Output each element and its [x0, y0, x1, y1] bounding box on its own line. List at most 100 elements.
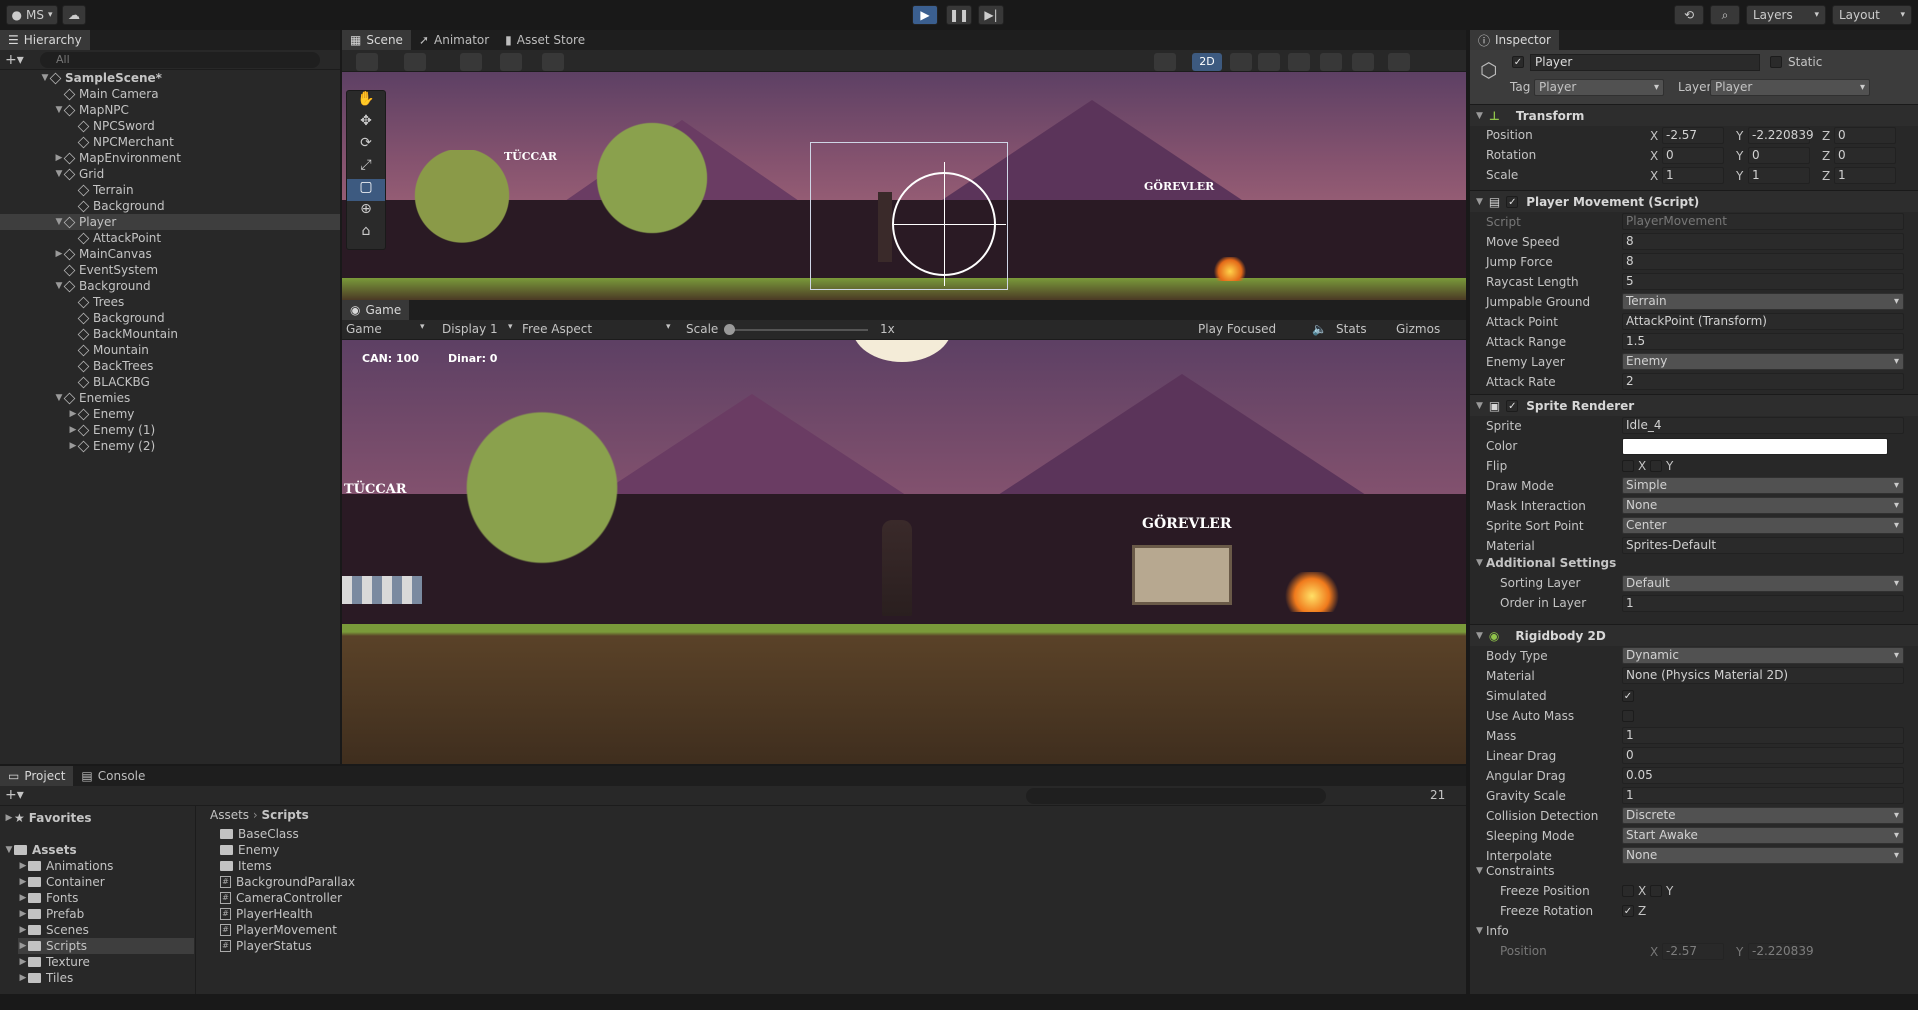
hierarchy-search-input[interactable]: All — [40, 52, 320, 68]
component-enabled-checkbox[interactable]: ✓ — [1506, 399, 1519, 412]
scene-viewport[interactable]: TÜCCAR GÖREVLER — [342, 72, 1466, 300]
asset-item[interactable]: Enemy — [220, 842, 279, 858]
field-value[interactable]: None — [1622, 847, 1904, 864]
light-icon[interactable] — [1230, 53, 1252, 71]
sorting-layer-dropdown[interactable]: Default — [1622, 575, 1904, 592]
rotate-tool-icon[interactable]: ⟳ — [347, 135, 385, 157]
hierarchy-row[interactable]: ▼ Enemies — [0, 390, 340, 406]
display-dropdown[interactable]: Display 1 — [442, 322, 498, 336]
rect-tool-icon[interactable]: ▢ — [347, 179, 385, 201]
snap-increment-button[interactable] — [500, 53, 522, 71]
play-focused-dropdown[interactable]: Play Focused — [1198, 322, 1276, 336]
static-checkbox[interactable] — [1770, 56, 1782, 68]
hierarchy-row[interactable]: NPCSword — [0, 118, 340, 134]
freeze-position-x[interactable] — [1622, 885, 1634, 897]
project-tree-item[interactable]: ▶ Texture — [18, 954, 194, 970]
tab-hierarchy[interactable]: ☰ Hierarchy — [0, 30, 90, 50]
hierarchy-row[interactable]: ▶ Enemy (1) — [0, 422, 340, 438]
visibility-icon[interactable] — [1320, 53, 1342, 71]
camera-icon[interactable] — [1352, 53, 1374, 71]
mode-2d-toggle[interactable]: 2D — [1192, 53, 1222, 71]
field-value[interactable]: 1 — [1622, 727, 1904, 744]
asset-item[interactable]: # PlayerStatus — [220, 938, 312, 954]
field-value[interactable]: 1 — [1622, 787, 1904, 804]
hierarchy-row[interactable]: ▼ Player — [0, 214, 340, 230]
tab-game[interactable]: ◉ Game — [342, 300, 410, 320]
expand-arrow-icon[interactable]: ▶ — [18, 877, 28, 887]
field-value[interactable]: Center — [1622, 517, 1904, 534]
expand-arrow-icon[interactable]: ▶ — [18, 893, 28, 903]
position-y[interactable]: -2.220839 — [1748, 127, 1814, 144]
cloud-button[interactable]: ☁ — [62, 5, 86, 25]
history-button[interactable]: ⟲ — [1674, 5, 1704, 25]
move-tool-icon[interactable]: ✥ — [347, 113, 385, 135]
component-enabled-checkbox[interactable]: ✓ — [1506, 195, 1519, 208]
expand-arrow-icon[interactable]: ▶ — [18, 861, 28, 871]
field-value[interactable]: Discrete — [1622, 807, 1904, 824]
assets-item[interactable]: ▼ Assets — [4, 842, 77, 858]
sprite-renderer-header[interactable]: ▼ ▣ ✓ Sprite Renderer — [1470, 394, 1918, 416]
field-value[interactable]: None (Physics Material 2D) — [1622, 667, 1904, 684]
project-tree-item[interactable]: ▶ Scenes — [18, 922, 194, 938]
tab-scene[interactable]: ▦ Scene — [342, 30, 411, 50]
stats-button[interactable]: Stats — [1336, 322, 1367, 336]
rotation-z[interactable]: 0 — [1834, 147, 1896, 164]
field-value[interactable]: 5 — [1622, 273, 1904, 290]
field-value[interactable]: 0.05 — [1622, 767, 1904, 784]
hierarchy-row[interactable]: Background — [0, 198, 340, 214]
align-button[interactable] — [542, 53, 564, 71]
flip-x-checkbox[interactable] — [1622, 460, 1634, 472]
draw-mode-button[interactable] — [356, 53, 378, 71]
search-button[interactable]: ⌕ — [1710, 5, 1740, 25]
scale-z[interactable]: 1 — [1834, 167, 1896, 184]
hierarchy-row[interactable]: EventSystem — [0, 262, 340, 278]
project-tree-item[interactable]: ▶ Fonts — [18, 890, 194, 906]
hierarchy-row[interactable]: ▶ Enemy — [0, 406, 340, 422]
object-name-field[interactable]: Player — [1530, 54, 1760, 71]
constraints-label[interactable]: Constraints — [1486, 864, 1554, 878]
tab-animator[interactable]: ➚ Animator — [411, 30, 497, 50]
favorites-item[interactable]: ▶ ★ Favorites — [4, 810, 92, 826]
field-value[interactable]: Idle_4 — [1622, 417, 1904, 434]
field-checkbox[interactable] — [1622, 710, 1634, 722]
position-x[interactable]: -2.57 — [1662, 127, 1724, 144]
order-in-layer-field[interactable]: 1 — [1622, 595, 1904, 612]
aspect-dropdown[interactable]: Free Aspect — [522, 322, 592, 336]
field-value[interactable]: 0 — [1622, 747, 1904, 764]
effects-icon[interactable] — [1288, 53, 1310, 71]
step-button[interactable]: ▶| — [978, 5, 1004, 25]
scale-slider-handle[interactable] — [724, 324, 735, 335]
add-asset-icon[interactable]: +▾ — [5, 787, 24, 803]
project-tree-item[interactable]: ▶ Tiles — [18, 970, 194, 986]
asset-item[interactable]: Items — [220, 858, 272, 874]
scale-slider[interactable] — [728, 329, 868, 331]
hierarchy-row[interactable]: ▼ Background — [0, 278, 340, 294]
game-viewport[interactable]: TÜCCAR GÖREVLER CAN: 100 Dinar: 0 — [342, 340, 1466, 764]
project-tree-item[interactable]: ▶ Scripts — [18, 938, 194, 954]
hierarchy-row[interactable]: BackTrees — [0, 358, 340, 374]
field-value[interactable]: 8 — [1622, 233, 1904, 250]
field-value[interactable]: Simple — [1622, 477, 1904, 494]
game-mode-dropdown[interactable]: Game — [346, 322, 382, 336]
hierarchy-row[interactable]: Mountain — [0, 342, 340, 358]
field-value[interactable]: 2 — [1622, 373, 1904, 390]
field-value[interactable]: PlayerMovement — [1622, 213, 1904, 230]
hierarchy-row[interactable]: ▶ Enemy (2) — [0, 438, 340, 454]
layers-dropdown[interactable]: Layers ▾ — [1746, 5, 1826, 25]
scale-tool-icon[interactable]: ⤢ — [347, 157, 385, 179]
grid-snap-button[interactable] — [460, 53, 482, 71]
info-label[interactable]: Info — [1486, 924, 1509, 938]
color-field[interactable] — [1622, 437, 1888, 455]
field-value[interactable]: Enemy — [1622, 353, 1904, 370]
tab-console[interactable]: ▤ Console — [73, 766, 153, 786]
position-z[interactable]: 0 — [1834, 127, 1896, 144]
hierarchy-row[interactable]: ▶ MapEnvironment — [0, 150, 340, 166]
asset-item[interactable]: # PlayerHealth — [220, 906, 313, 922]
play-button[interactable]: ▶ — [912, 5, 938, 25]
asset-item[interactable]: # CameraController — [220, 890, 342, 906]
project-tree-item[interactable]: ▶ Animations — [18, 858, 194, 874]
hierarchy-row[interactable]: ▼ Grid — [0, 166, 340, 182]
freeze-rotation-z[interactable]: ✓ — [1622, 905, 1634, 917]
transform-tool-icon[interactable]: ⊕ — [347, 201, 385, 223]
hierarchy-row[interactable]: Main Camera — [0, 86, 340, 102]
